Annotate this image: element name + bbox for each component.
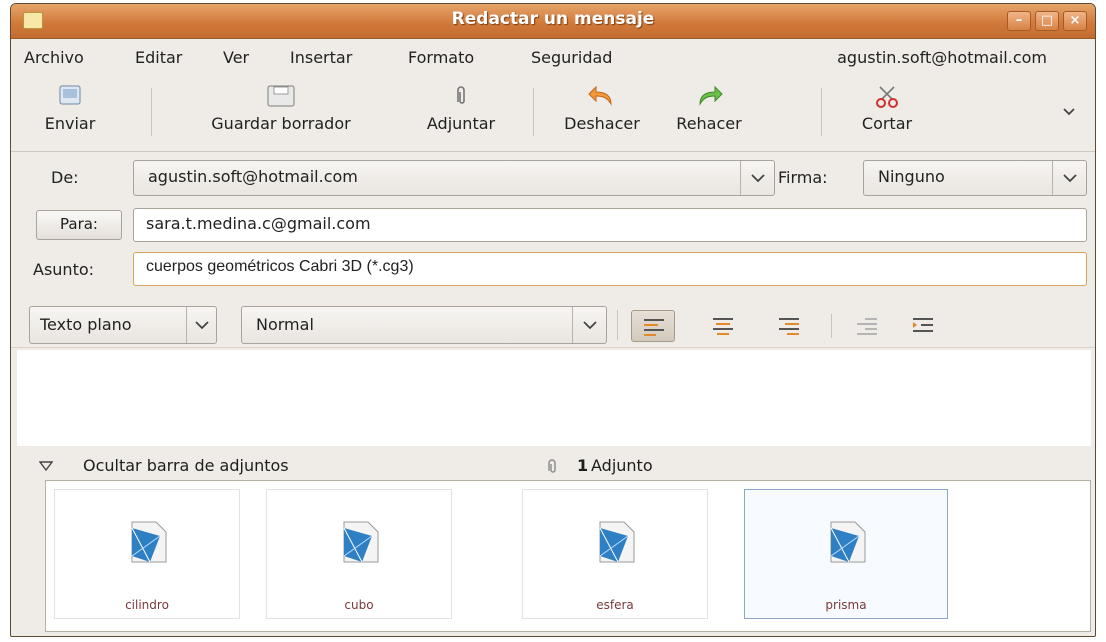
align-left-icon	[644, 319, 664, 336]
align-center-icon	[713, 318, 733, 335]
attachment-name: prisma	[825, 598, 867, 612]
align-right-icon	[779, 318, 799, 335]
chevron-down-icon	[572, 307, 606, 343]
attachment-item[interactable]: cubo	[266, 489, 452, 619]
format-separator	[831, 314, 832, 338]
toolbar-separator	[151, 88, 152, 136]
attachment-header: Ocultar barra de adjuntos 1 Adjunto	[11, 452, 1095, 480]
to-label: Para:	[60, 215, 98, 233]
subject-value: cuerpos geométricos Cabri 3D (*.cg3)	[146, 258, 414, 275]
attachment-name: cubo	[344, 598, 374, 612]
send-button[interactable]: Enviar	[25, 80, 115, 146]
menu-bar: Archivo Editar Ver Insertar Formato Segu…	[11, 40, 1095, 74]
account-label: agustin.soft@hotmail.com	[837, 48, 1047, 67]
message-body[interactable]	[17, 350, 1091, 446]
attachment-list: cilindro cubo esfera prisma	[45, 480, 1091, 632]
toolbar-separator	[533, 88, 534, 136]
menu-seguridad[interactable]: Seguridad	[531, 48, 612, 67]
to-button[interactable]: Para:	[36, 210, 122, 240]
attachment-name: esfera	[596, 598, 634, 612]
attachment-name: cilindro	[125, 598, 169, 612]
maximize-button[interactable]: □	[1035, 11, 1059, 31]
cabri-file-icon	[131, 521, 167, 563]
subject-label: Asunto:	[33, 260, 95, 279]
outdent-icon	[857, 318, 877, 335]
paragraph-format-value: Normal	[256, 315, 314, 334]
window-title: Redactar un mensaje	[451, 9, 655, 29]
triangle-down-icon[interactable]	[39, 460, 53, 472]
attachment-item[interactable]: cilindro	[54, 489, 240, 619]
hide-attachments-toggle[interactable]: Ocultar barra de adjuntos	[83, 456, 289, 475]
menu-editar[interactable]: Editar	[135, 48, 182, 67]
send-label: Enviar	[44, 114, 96, 133]
chevron-down-icon	[740, 161, 774, 195]
cut-button[interactable]: Cortar	[846, 80, 928, 146]
attach-label: Adjuntar	[426, 114, 496, 133]
save-draft-button[interactable]: Guardar borrador	[181, 80, 381, 146]
undo-label: Deshacer	[564, 114, 640, 133]
save-draft-label: Guardar borrador	[211, 114, 351, 133]
attachment-count: 1	[577, 456, 589, 475]
compose-window: Redactar un mensaje – □ × Archivo Editar…	[10, 3, 1096, 637]
chevron-down-icon	[1052, 161, 1086, 195]
title-bar[interactable]: Redactar un mensaje – □ ×	[11, 4, 1095, 39]
text-mode-value: Texto plano	[40, 315, 132, 334]
undo-arrow-icon	[588, 85, 612, 106]
redo-arrow-icon	[699, 85, 723, 106]
from-value: agustin.soft@hotmail.com	[148, 167, 358, 186]
attachment-count-label: Adjunto	[591, 456, 653, 475]
paperclip-icon	[548, 459, 556, 473]
align-center-button[interactable]	[701, 310, 745, 342]
attachment-item-selected[interactable]: prisma	[744, 489, 948, 619]
signature-select[interactable]: Ninguno	[863, 160, 1087, 196]
chevron-down-icon[interactable]	[1061, 106, 1077, 118]
to-field[interactable]: sara.t.medina.c@gmail.com	[133, 208, 1087, 242]
paragraph-format-select[interactable]: Normal	[241, 306, 607, 344]
close-button[interactable]: ×	[1063, 11, 1087, 31]
align-left-button[interactable]	[631, 310, 675, 342]
menu-insertar[interactable]: Insertar	[290, 48, 352, 67]
cabri-file-icon	[599, 521, 635, 563]
signature-label: Firma:	[778, 168, 828, 187]
subject-field[interactable]: cuerpos geométricos Cabri 3D (*.cg3)	[133, 252, 1087, 286]
send-icon	[59, 85, 81, 105]
format-separator	[617, 310, 618, 340]
redo-button[interactable]: Rehacer	[661, 80, 757, 146]
attach-button[interactable]: Adjuntar	[406, 80, 516, 146]
floppy-icon	[267, 85, 295, 107]
signature-value: Ninguno	[878, 167, 945, 186]
toolbar: Enviar Guardar borrador Adjuntar Deshace…	[11, 76, 1095, 152]
scissors-icon	[876, 86, 898, 108]
attachment-item[interactable]: esfera	[522, 489, 708, 619]
chevron-down-icon	[186, 307, 216, 343]
indent-icon	[913, 318, 933, 332]
to-value: sara.t.medina.c@gmail.com	[146, 214, 371, 233]
from-label: De:	[51, 168, 79, 187]
align-right-button[interactable]	[767, 310, 811, 342]
toolbar-separator	[821, 88, 822, 136]
menu-archivo[interactable]: Archivo	[24, 48, 84, 67]
from-select[interactable]: agustin.soft@hotmail.com	[133, 160, 775, 196]
cabri-file-icon	[830, 521, 866, 563]
paperclip-icon	[457, 86, 465, 104]
outdent-button[interactable]	[845, 310, 889, 342]
menu-ver[interactable]: Ver	[223, 48, 249, 67]
minimize-button[interactable]: –	[1007, 11, 1031, 31]
undo-button[interactable]: Deshacer	[553, 80, 651, 146]
menu-formato[interactable]: Formato	[408, 48, 474, 67]
text-mode-select[interactable]: Texto plano	[29, 306, 217, 344]
cut-label: Cortar	[861, 114, 913, 133]
redo-label: Rehacer	[676, 114, 742, 133]
cabri-file-icon	[343, 521, 379, 563]
indent-button[interactable]	[901, 310, 945, 342]
